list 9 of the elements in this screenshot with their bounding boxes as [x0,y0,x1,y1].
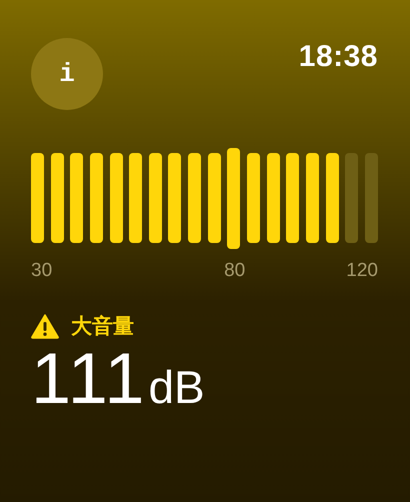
time: 18:38 [298,40,378,74]
warning-label: 大音量 [71,313,134,340]
scale-label: 80 [224,260,246,282]
decibel-unit: dB [148,360,205,414]
info-button[interactable]: i [31,38,103,110]
warning-icon [31,314,59,338]
scale-label: 30 [31,260,52,282]
decibel-value: 111 [31,338,146,420]
scale-label: 120 [346,260,378,282]
